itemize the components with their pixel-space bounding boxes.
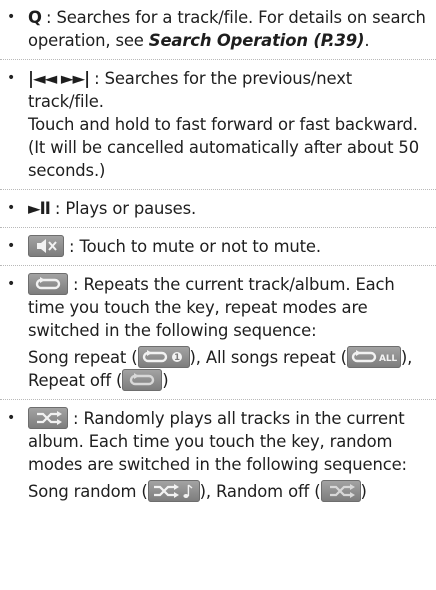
repeat-sequence: Song repeat ( 1 ), All songs repeat ( AL… [28,346,432,392]
list-item-play-pause: • ►II : Plays or pauses. [0,197,436,220]
separator: : [49,199,66,218]
key-description-list: • Q : Searches for a track/file. For det… [0,6,436,503]
mute-description: Touch to mute or not to mute. [79,237,322,256]
repeat-off-icon [122,369,163,391]
song-random-label: Song random ( [28,482,148,501]
random-sequence: Song random ( ), Random off () [28,480,432,503]
bullet: • [7,9,16,25]
close-paren: ), [199,482,211,501]
separator: : [40,8,57,27]
play-pause-description: Plays or pauses. [65,199,197,218]
repeat-description: Repeats the current track/album. Each ti… [28,275,395,340]
divider [0,59,436,60]
search-operation-reference[interactable]: Search Operation (P.39) [149,31,365,50]
bullet: • [7,410,16,426]
divider [0,227,436,228]
divider [0,399,436,400]
repeat-all-icon: ALL [346,346,401,368]
close-paren: ), [189,348,201,367]
list-item-repeat: • : Repeats the current track/album. Eac… [0,273,436,392]
list-item-mute: • : Touch to mute or not to mute. [0,235,436,258]
close-paren: ) [360,482,367,501]
random-description: Randomly plays all tracks in the current… [28,409,407,474]
repeat-all-text: ALL [379,354,397,364]
close-paren: ), [400,348,413,367]
random-key-icon [28,407,68,429]
list-item-random: • : Randomly plays all tracks in the cur… [0,407,436,503]
random-off-label: Random off ( [210,482,321,501]
separator: : [89,69,105,88]
repeat-key-icon [28,273,68,295]
random-off-icon [320,480,361,502]
manual-page: • Q : Searches for a track/file. For det… [0,0,436,503]
prev-next-key-label: |◄◄ ►►| [28,69,90,88]
list-item-search: • Q : Searches for a track/file. For det… [0,6,436,52]
period: . [364,31,370,50]
bullet: • [7,238,16,254]
mute-key-icon [28,235,64,257]
repeat-off-label: Repeat off ( [28,371,123,390]
divider [0,189,436,190]
random-song-icon [147,480,200,502]
song-repeat-label: Song repeat ( [28,348,138,367]
fast-forward-description: Touch and hold to fast forward or fast b… [28,115,419,180]
divider [0,265,436,266]
bullet: • [7,276,16,292]
repeat-one-icon: 1 [137,346,190,368]
list-item-prev-next: • |◄◄ ►►| : Searches for the previous/ne… [0,67,436,182]
all-songs-repeat-label: All songs repeat ( [200,348,347,367]
separator: : [68,275,84,294]
play-pause-key-label: ►II [28,199,51,218]
separator: : [64,237,80,256]
repeat-one-number: 1 [174,353,180,363]
search-key-label: Q [28,8,42,27]
bullet: • [7,200,16,216]
close-paren: ) [162,371,169,390]
bullet: • [7,70,16,86]
separator: : [68,409,84,428]
